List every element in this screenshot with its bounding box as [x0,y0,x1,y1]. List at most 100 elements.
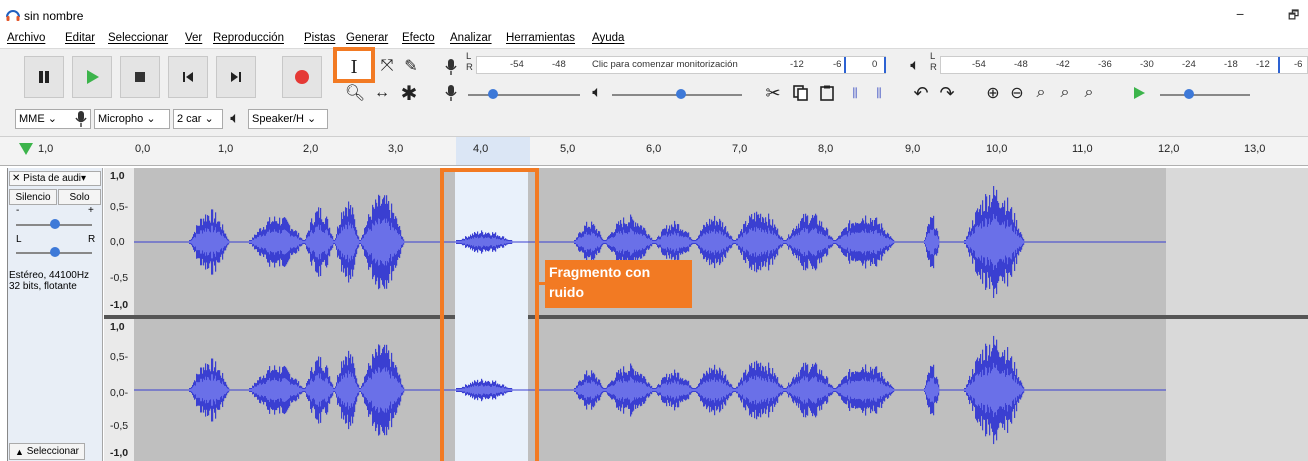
zoom-toggle-button[interactable]: ⌕ [1078,82,1100,104]
solo-button[interactable]: Solo [58,189,101,205]
annotation-line: ruido [549,284,584,300]
envelope-icon: ⤧ [380,57,394,74]
input-device-select[interactable]: Micropho ⌄ [94,109,170,129]
pause-button[interactable] [24,56,64,98]
zoom-icon: 🔍︎ [344,85,366,102]
draw-tool-button[interactable]: ✎ [400,55,422,77]
waveform-rms-sample [938,239,940,245]
microphone-meter-button[interactable] [440,56,462,78]
paste-button[interactable] [816,82,838,104]
scissors-icon: ✂ [765,82,781,103]
playback-volume-thumb[interactable] [676,89,686,99]
skip-to-start-button[interactable] [168,56,208,98]
gain-slider-thumb[interactable] [50,219,60,229]
waveform-rms-sample [1023,240,1025,244]
silence-icon: ⫼ [876,85,882,100]
waveform-rms-sample [228,388,230,392]
recording-volume-thumb[interactable] [488,89,498,99]
minimize-button[interactable]: − [1236,6,1244,22]
speaker-meter-button[interactable]: 🔈︎ [904,55,926,77]
track-name: Pista de audi [23,173,81,184]
menu-archivo[interactable]: Archivo [7,32,45,44]
cut-button[interactable]: ✂ [762,82,784,104]
channels-value: 2 car [177,113,202,125]
playback-scale-tick: -18 [1224,59,1238,70]
copy-icon [793,85,808,101]
audacity-logo-icon [6,10,20,21]
scale-label: 0,0 [110,236,125,248]
time-shift-tool-button[interactable]: ↔ [371,82,393,104]
silence-audio-button[interactable]: ⫼ [868,82,890,104]
scale-label: -1,0 [110,299,129,311]
play-at-speed-button[interactable] [1128,82,1150,104]
restore-button[interactable]: 🗗 [1288,6,1299,27]
zoom-in-icon: ⊕ [986,85,1000,102]
select-track-button[interactable]: ▲ Seleccionar [9,443,85,460]
monitor-prompt[interactable]: Clic para comenzar monitorización [592,59,738,70]
envelope-tool-button[interactable]: ⤧ [376,55,398,77]
undo-button[interactable]: ↶ [910,82,932,104]
trim-audio-button[interactable]: ⫼ [844,82,866,104]
playback-scale-tick: -30 [1140,59,1154,70]
selection-tool-button[interactable]: I [343,56,365,78]
playback-speed-thumb[interactable] [1184,89,1194,99]
track-sample-info: 32 bits, flotante [9,281,77,292]
audio-host-value: MME [19,113,45,125]
zoom-out-icon: ⊖ [1010,85,1024,102]
redo-icon: ↷ [939,82,955,103]
speaker-icon: 🔈︎ [910,57,920,74]
recording-volume-slider[interactable] [468,94,580,96]
menu-efecto[interactable]: Efecto [402,32,435,44]
playback-scale-tick: -36 [1098,59,1112,70]
menu-generar[interactable]: Generar [346,32,388,44]
record-button[interactable] [282,56,322,98]
scale-label: 1,0 [110,321,125,333]
menu-ayuda[interactable]: Ayuda [592,32,624,44]
pan-slider-thumb[interactable] [50,247,60,257]
microphone-icon [445,85,457,101]
channels-select[interactable]: 2 car ⌄ [173,109,223,129]
record-scale-tick: -6 [833,59,842,70]
fit-selection-button[interactable]: ⌕ [1030,82,1052,104]
waveform-rms-sample [893,389,895,391]
play-button[interactable] [72,56,112,98]
output-device-select[interactable]: Speaker/H ⌄ [248,109,328,129]
record-scale-tick: 0 [872,59,878,70]
menu-editar[interactable]: Editar [65,32,95,44]
close-icon[interactable]: ✕ [12,173,20,184]
speaker-icon: 🔈︎ [230,110,240,127]
track-format-info: Estéreo, 44100Hz [9,270,90,281]
zoom-out-button[interactable]: ⊖ [1006,82,1028,104]
stop-button[interactable] [120,56,160,98]
skip-to-end-button[interactable] [216,56,256,98]
track-name-menu[interactable]: ✕ Pista de audi▾ [9,171,101,186]
fit-project-icon: ⌕ [1060,84,1070,101]
pencil-icon: ✎ [404,58,418,75]
menu-seleccionar[interactable]: Seleccionar [108,32,168,44]
output-device-value: Speaker/H [252,113,304,125]
menu-herramientas[interactable]: Herramientas [506,32,575,44]
multi-tool-button[interactable]: ✱ [398,82,420,105]
play-icon [87,70,99,84]
scale-label: 1,0 [110,170,125,182]
record-meter-l-label: L [466,51,472,62]
fit-project-button[interactable]: ⌕ [1054,82,1076,104]
ruler-tick: 8,0 [818,143,834,155]
mute-button[interactable]: Silencio [9,189,57,205]
microphone-icon [75,111,87,127]
chevron-down-icon: ▾ [81,173,87,184]
menu-ver[interactable]: Ver [185,32,202,44]
menu-analizar[interactable]: Analizar [450,32,492,44]
copy-button[interactable] [790,82,812,104]
redo-button[interactable]: ↷ [936,82,958,104]
pan-left-label: L [16,234,22,245]
menu-reproduccion[interactable]: Reproducción [213,32,284,44]
record-meter-r-label: R [466,62,473,73]
zoom-tool-button[interactable]: 🔍︎ [344,82,366,104]
playback-speed-slider[interactable] [1160,94,1250,96]
ruler-tick: 0,0 [135,143,151,155]
menu-pistas[interactable]: Pistas [304,32,335,44]
playback-meter[interactable] [940,56,1308,74]
zoom-in-button[interactable]: ⊕ [982,82,1004,104]
window-title: sin nombre [24,9,84,23]
